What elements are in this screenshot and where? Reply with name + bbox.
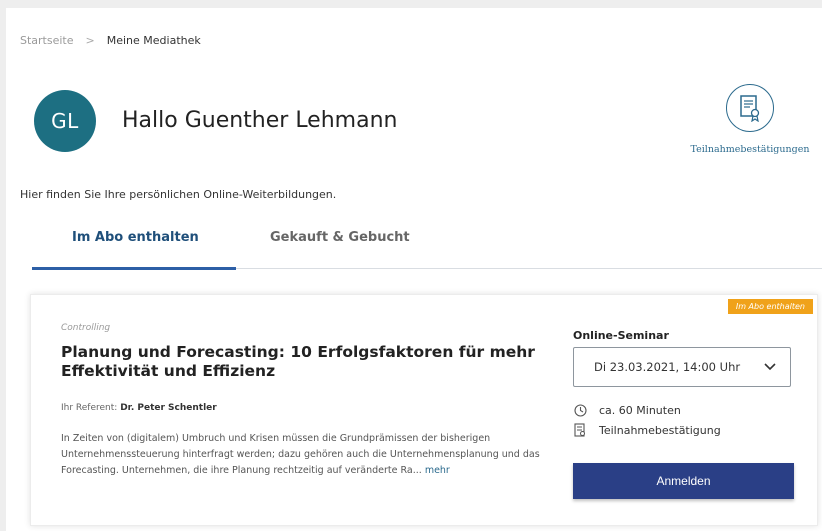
course-category: Controlling [61,323,111,333]
breadcrumb-current: Meine Mediathek [106,34,201,47]
date-select[interactable]: Di 23.03.2021, 14:00 Uhr [573,347,791,387]
course-title[interactable]: Planung und Forecasting: 10 Erfolgsfakto… [61,343,541,381]
certificate-icon [726,84,774,132]
duration-text: ca. 60 Minuten [599,403,681,417]
breadcrumb-home-link[interactable]: Startseite [20,34,74,47]
status-badge: Im Abo enthalten [727,299,813,314]
register-button[interactable]: Anmelden [573,463,794,499]
chevron-down-icon [764,361,776,374]
course-card: Im Abo enthalten Controlling Planung und… [30,294,818,526]
more-link[interactable]: mehr [425,465,450,476]
tab-im-abo[interactable]: Im Abo enthalten [72,230,199,245]
referent-label: Ihr Referent: [61,403,118,413]
description-text: In Zeiten von (digitalem) Umbruch und Kr… [61,433,540,476]
page: Startseite > Meine Mediathek GL Hallo Gu… [6,8,822,531]
certificates-label: Teilnahmebestätigungen [690,144,810,155]
course-referent: Ihr Referent: Dr. Peter Schentler [61,403,217,413]
seminar-type-label: Online-Seminar [573,329,669,342]
page-title: Hallo Guenther Lehmann [122,108,398,133]
tab-bar: Im Abo enthalten Gekauft & Gebucht [32,224,822,270]
duration-row: ca. 60 Minuten [573,403,681,417]
breadcrumb: Startseite > Meine Mediathek [20,34,201,47]
active-tab-indicator [32,267,236,270]
avatar: GL [34,90,96,152]
certificate-row: Teilnahmebestätigung [573,423,721,437]
course-description: In Zeiten von (digitalem) Umbruch und Kr… [61,431,549,479]
certificate-text: Teilnahmebestätigung [599,423,721,437]
breadcrumb-separator: > [85,34,95,47]
intro-text: Hier finden Sie Ihre persönlichen Online… [20,188,337,201]
referent-name: Dr. Peter Schentler [120,403,217,413]
date-select-value: Di 23.03.2021, 14:00 Uhr [594,360,741,374]
certificates-link[interactable]: Teilnahmebestätigungen [678,84,822,164]
document-icon [573,423,587,437]
avatar-initials: GL [51,109,79,133]
clock-icon [573,403,587,417]
tab-gekauft-gebucht[interactable]: Gekauft & Gebucht [270,230,410,245]
